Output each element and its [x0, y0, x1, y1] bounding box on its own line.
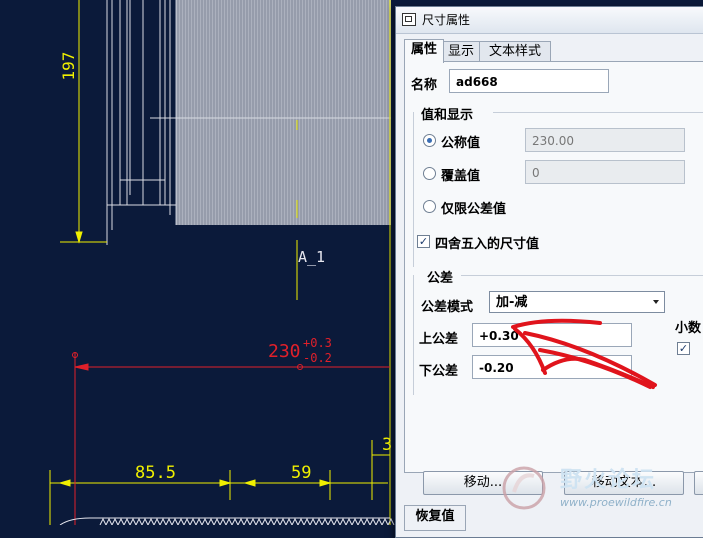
nominal-value-field[interactable]: 230.00: [525, 128, 685, 152]
tolerance-mode-select[interactable]: 加-减: [489, 291, 665, 313]
value-group-label: 值和显示: [421, 108, 474, 123]
tolerance-group-label: 公差: [427, 271, 454, 286]
dim-3-text[interactable]: 3: [382, 435, 392, 455]
tolerance-group-border: [461, 275, 703, 276]
nominal-label: 公称值: [441, 136, 481, 151]
tab-display[interactable]: 显示: [442, 41, 480, 62]
dim-197-text[interactable]: 197: [59, 52, 78, 81]
nominal-radio[interactable]: [423, 134, 436, 147]
dim-59-text[interactable]: 59: [291, 463, 311, 483]
value-group-border: [493, 112, 703, 113]
watermark-title: 野火论坛: [560, 468, 657, 493]
restore-values-tab[interactable]: 恢复值: [404, 505, 466, 531]
name-label: 名称: [411, 78, 438, 93]
round-value-checkbox[interactable]: ✓: [417, 235, 430, 248]
lower-tolerance-label: 下公差: [419, 364, 459, 379]
tab-text-style[interactable]: 文本样式: [479, 41, 551, 62]
tolerance-only-radio[interactable]: [423, 200, 436, 213]
tolerance-mode-label: 公差模式: [421, 300, 474, 315]
dim-85-5-text[interactable]: 85.5: [135, 463, 176, 483]
upper-tolerance-label: 上公差: [419, 332, 459, 347]
override-radio[interactable]: [423, 167, 436, 180]
tolerance-group-border-left: [413, 275, 414, 395]
tol-minus-text: -0.2: [303, 351, 332, 365]
watermark: 野火论坛 www.proewildfire.cn: [490, 458, 703, 525]
dim-230-text[interactable]: 230: [268, 341, 301, 362]
flame-logo-icon: [502, 466, 546, 510]
decimal-checkbox[interactable]: ✓: [677, 342, 690, 355]
override-value-field[interactable]: 0: [525, 160, 685, 184]
decimal-label: 小数: [675, 321, 702, 336]
dialog-window-icon: [402, 13, 416, 26]
override-label: 覆盖值: [441, 169, 481, 184]
properties-panel: 名称 ad668 值和显示 公称值 230.00 覆盖值 0 仅限公差值 ✓ 四…: [404, 61, 703, 473]
value-group-border-left: [413, 112, 414, 267]
tab-properties[interactable]: 属性: [404, 39, 444, 63]
tolerance-mode-value: 加-减: [496, 295, 528, 310]
dialog-title: 尺寸属性: [422, 13, 471, 27]
name-field[interactable]: ad668: [449, 69, 609, 93]
round-value-label: 四舍五入的尺寸值: [435, 237, 540, 252]
red-annotation-arrow: [511, 318, 657, 389]
tolerance-only-label: 仅限公差值: [441, 202, 507, 217]
dialog-titlebar[interactable]: 尺寸属性: [396, 7, 703, 34]
datum-a-text[interactable]: A_1: [298, 248, 325, 266]
tol-plus-text: +0.3: [303, 336, 332, 350]
watermark-url: www.proewildfire.cn: [560, 496, 672, 509]
chevron-down-icon: [653, 300, 659, 304]
